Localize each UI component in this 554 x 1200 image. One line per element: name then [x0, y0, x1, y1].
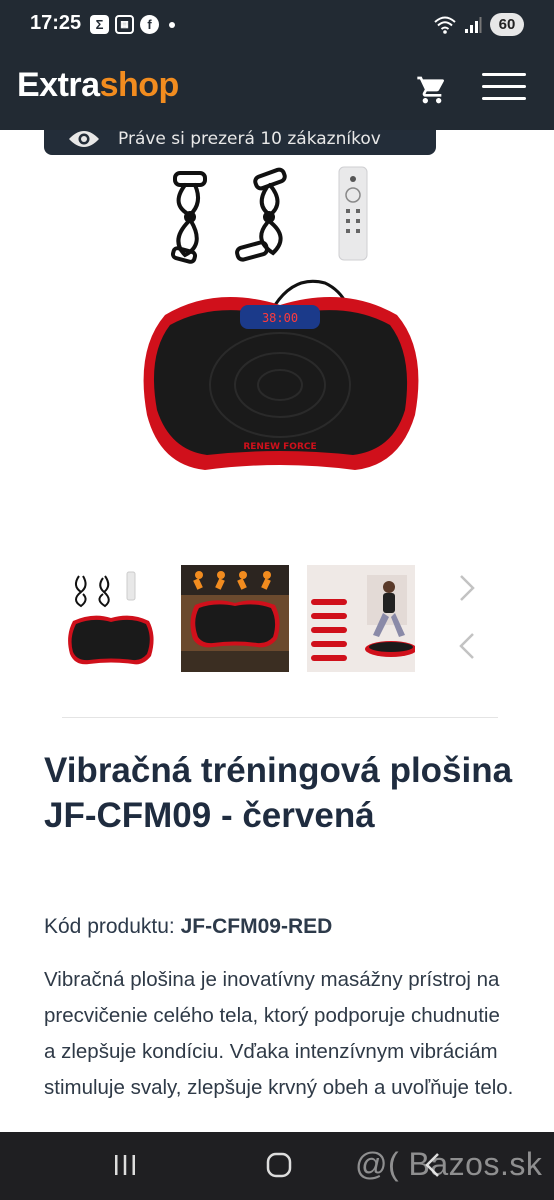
- calendar-icon: ▦: [115, 15, 134, 34]
- shopping-cart-icon[interactable]: [416, 74, 448, 106]
- thumbnail-1[interactable]: [56, 565, 164, 672]
- viewers-notice: Práve si prezerá 10 zákazníkov: [44, 130, 436, 155]
- product-code-value: JF-CFM09-RED: [180, 915, 333, 938]
- extrashop-logo[interactable]: Extrashop: [17, 66, 179, 105]
- product-title: Vibračná tréningová plošina JF-CFM09 - č…: [44, 751, 513, 835]
- section-divider: [62, 717, 498, 718]
- thumbnail-3[interactable]: [307, 565, 415, 672]
- product-code-label: Kód produktu:: [44, 915, 175, 938]
- dot-icon: [169, 21, 175, 28]
- logo-text-extra: Extra: [17, 66, 100, 104]
- status-bar: 17:25 Σ ▦ f 60: [0, 0, 554, 50]
- device-display: 38:00: [262, 311, 298, 325]
- battery-indicator: 60: [490, 13, 524, 36]
- facebook-icon: f: [140, 15, 159, 34]
- thumbnail-gallery: [0, 555, 554, 675]
- remote-control: [338, 166, 368, 261]
- sigma-icon: Σ: [90, 15, 109, 34]
- notification-icons: Σ ▦ f: [90, 15, 175, 34]
- product-page: Práve si prezerá 10 zákazníkov 38:00 REN…: [0, 130, 554, 1132]
- logo-text-shop: shop: [99, 66, 180, 104]
- product-code: Kód produktu: JF-CFM09-RED: [44, 915, 332, 939]
- vibration-plate: 38:00 RENEW FORCE: [143, 297, 419, 470]
- system-nav-bar: @( Bazos.sk: [0, 1132, 554, 1200]
- product-description: Vibračná plošina je inovatívny masážny p…: [44, 968, 514, 1099]
- status-time: 17:25: [30, 12, 82, 34]
- wifi-icon: [434, 16, 456, 34]
- resistance-bands: [170, 167, 287, 264]
- recent-apps-icon[interactable]: [112, 1152, 138, 1178]
- viewers-notice-text: Práve si prezerá 10 zákazníkov: [118, 130, 381, 149]
- gallery-next-arrow[interactable]: [455, 573, 479, 603]
- signal-icon: [465, 16, 482, 33]
- bazos-watermark: @( Bazos.sk: [355, 1146, 543, 1182]
- site-header: Extrashop: [0, 50, 554, 130]
- thumbnail-2[interactable]: [181, 565, 289, 672]
- device-brand: RENEW FORCE: [243, 442, 316, 452]
- eye-icon: [69, 130, 99, 147]
- hamburger-menu-icon[interactable]: [482, 73, 526, 101]
- gallery-prev-arrow[interactable]: [455, 631, 479, 661]
- home-icon[interactable]: [264, 1150, 294, 1180]
- product-main-image[interactable]: 38:00 RENEW FORCE: [125, 165, 435, 490]
- system-indicators: 60: [434, 13, 524, 36]
